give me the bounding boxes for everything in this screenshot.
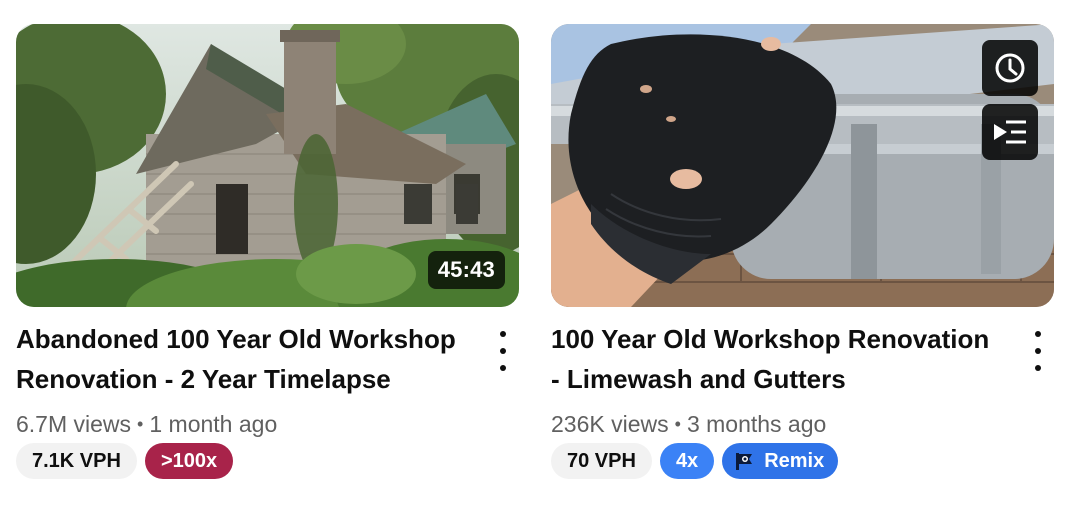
video-meta: 100 Year Old Workshop Renovation - Limew… bbox=[551, 307, 1054, 479]
video-thumbnail[interactable] bbox=[551, 24, 1054, 307]
view-count: 6.7M views bbox=[16, 411, 132, 437]
stats-separator: • bbox=[137, 414, 144, 434]
add-to-queue-icon bbox=[994, 120, 1026, 144]
more-vertical-icon[interactable] bbox=[491, 331, 515, 371]
video-card[interactable]: 100 Year Old Workshop Renovation - Limew… bbox=[551, 24, 1054, 479]
video-grid: 45:43 Abandoned 100 Year Old Workshop Re… bbox=[0, 0, 1066, 512]
video-title[interactable]: 100 Year Old Workshop Renovation - Limew… bbox=[551, 319, 1001, 399]
upload-age: 3 months ago bbox=[686, 411, 827, 437]
watch-later-button[interactable] bbox=[982, 40, 1038, 96]
gloved-hand-gutter-image bbox=[551, 24, 1054, 307]
video-badges: 70 VPH 4x Remix bbox=[551, 443, 1054, 479]
vph-badge: 7.1K VPH bbox=[16, 443, 137, 479]
video-title-line-2: Renovation - 2 Year Timelapse bbox=[16, 364, 391, 394]
vph-badge: 70 VPH bbox=[551, 443, 652, 479]
remix-button[interactable]: Remix bbox=[722, 443, 839, 479]
watch-later-icon bbox=[995, 53, 1025, 83]
video-meta: Abandoned 100 Year Old Workshop Renovati… bbox=[16, 307, 519, 479]
remix-label: Remix bbox=[764, 450, 825, 472]
add-to-queue-button[interactable] bbox=[982, 104, 1038, 160]
video-badges: 7.1K VPH >100x bbox=[16, 443, 519, 479]
video-title-line-1: 100 Year Old Workshop Renovation bbox=[551, 324, 990, 354]
video-thumbnail[interactable]: 45:43 bbox=[16, 24, 519, 307]
video-title-line-1: Abandoned 100 Year Old Workshop bbox=[16, 324, 456, 354]
video-title[interactable]: Abandoned 100 Year Old Workshop Renovati… bbox=[16, 319, 466, 399]
upload-age: 1 month ago bbox=[149, 411, 278, 437]
video-title-line-2: - Limewash and Gutters bbox=[551, 364, 846, 394]
view-count: 236K views bbox=[551, 411, 669, 437]
remix-icon bbox=[736, 453, 753, 470]
outlier-ratio-badge: >100x bbox=[144, 443, 234, 479]
video-stats: 6.7M views • 1 month ago bbox=[16, 409, 519, 439]
video-duration-badge: 45:43 bbox=[427, 251, 505, 289]
video-stats: 236K views • 3 months ago bbox=[551, 409, 1054, 439]
stats-separator: • bbox=[674, 414, 681, 434]
video-card[interactable]: 45:43 Abandoned 100 Year Old Workshop Re… bbox=[16, 24, 519, 479]
more-vertical-icon[interactable] bbox=[1026, 331, 1050, 371]
outlier-ratio-badge: 4x bbox=[659, 443, 715, 479]
